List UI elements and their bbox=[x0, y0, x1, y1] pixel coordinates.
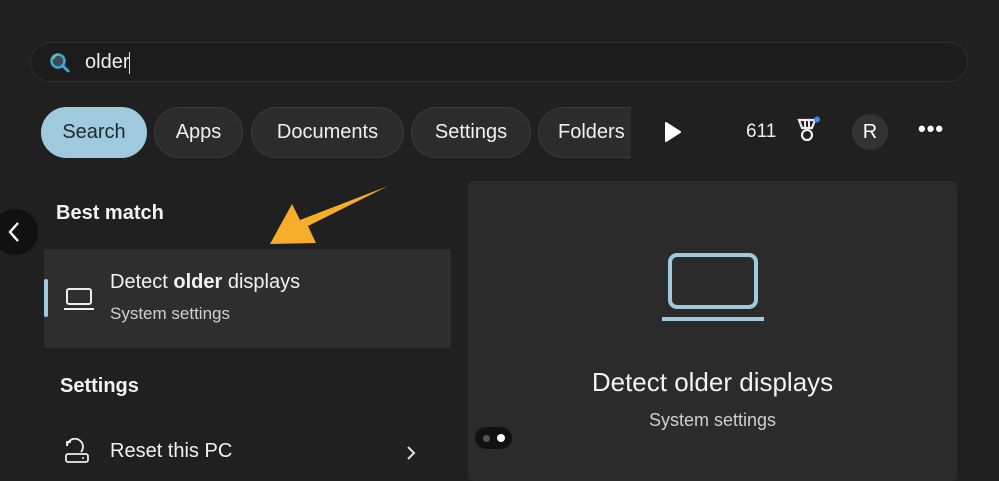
text-cursor bbox=[129, 51, 131, 74]
avatar[interactable]: R bbox=[852, 114, 888, 150]
filter-documents[interactable]: Documents bbox=[251, 107, 404, 158]
page-dot-active[interactable] bbox=[497, 434, 505, 442]
chevron-left-icon bbox=[8, 222, 19, 242]
filter-settings[interactable]: Settings bbox=[411, 107, 531, 158]
laptop-icon bbox=[64, 288, 94, 310]
search-icon bbox=[50, 53, 70, 73]
rewards-medal-icon[interactable] bbox=[795, 116, 823, 146]
filter-search[interactable]: Search bbox=[41, 107, 147, 158]
chevron-right-icon bbox=[407, 446, 416, 460]
laptop-large-icon bbox=[662, 253, 764, 321]
more-options-icon[interactable]: ••• bbox=[918, 116, 944, 142]
settings-item-reset-this-pc[interactable]: Reset this PC bbox=[44, 425, 451, 477]
search-box[interactable]: older bbox=[30, 42, 968, 82]
settings-header: Settings bbox=[60, 375, 139, 397]
selection-indicator bbox=[44, 279, 48, 317]
page-indicator[interactable] bbox=[475, 427, 512, 449]
back-button[interactable] bbox=[0, 209, 38, 255]
filter-apps[interactable]: Apps bbox=[154, 107, 243, 158]
reset-pc-icon bbox=[65, 438, 89, 463]
settings-item-label: Reset this PC bbox=[110, 440, 233, 462]
best-match-title: Detect older displays bbox=[110, 271, 301, 293]
best-match-subtitle: System settings bbox=[110, 304, 230, 323]
preview-title: Detect older displays bbox=[591, 367, 834, 397]
best-match-header: Best match bbox=[56, 202, 164, 224]
search-input[interactable]: older bbox=[85, 51, 131, 74]
best-match-item[interactable]: Detect older displays System settings bbox=[44, 249, 451, 348]
play-more-filters-icon[interactable] bbox=[664, 122, 682, 142]
rewards-points[interactable]: 611 bbox=[746, 121, 776, 143]
annotation-arrow bbox=[270, 186, 388, 244]
preview-pane: Detect older displays System settings bbox=[468, 181, 957, 481]
preview-subtitle: System settings bbox=[648, 410, 777, 430]
page-dot[interactable] bbox=[483, 435, 490, 442]
